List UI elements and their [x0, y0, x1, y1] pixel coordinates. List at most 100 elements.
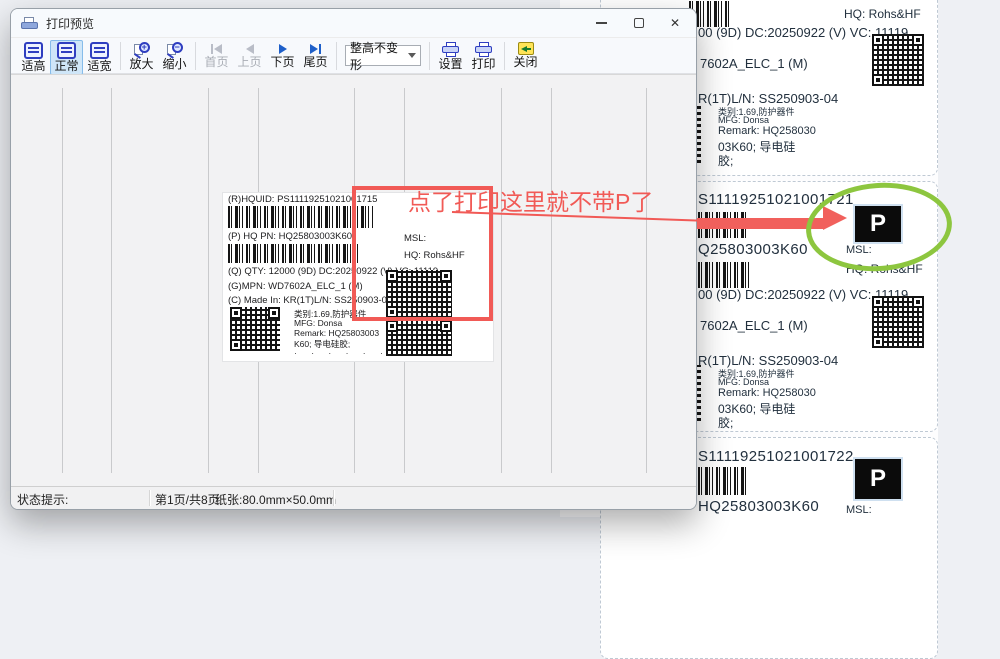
first-page-label: 首页 [204, 56, 228, 69]
last-page-label: 尾页 [303, 56, 327, 69]
print-button[interactable]: 打印 [467, 40, 500, 75]
prev-page-button[interactable]: 上页 [233, 40, 266, 75]
bg2-remark1: Remark: HQ258030 [718, 387, 816, 399]
fit-width-button[interactable]: 适宽 [83, 40, 116, 75]
label-pn: (P) HQ PN: HQ25803003K60 [228, 231, 352, 242]
bg2-uid: S11119251021001721 [698, 191, 854, 208]
bg1-hq: HQ: Rohs&HF [844, 7, 921, 21]
zoom-out-icon [166, 42, 184, 57]
printer-settings-icon [442, 42, 460, 57]
printer-icon [475, 42, 493, 57]
bg3-uid: S11119251021001722 [698, 448, 854, 465]
zoom-in-icon [133, 42, 151, 57]
first-page-button[interactable]: 首页 [200, 40, 233, 75]
bg1-remark3: 胶; [718, 152, 733, 169]
zoom-out-label: 缩小 [162, 58, 186, 71]
qr-code [872, 296, 924, 348]
label-grid-line [551, 88, 552, 473]
first-page-icon [211, 42, 222, 55]
bg3-pn: HQ25803003K60 [698, 498, 819, 515]
barcode [698, 262, 750, 288]
bg1-ln-line: R(1T)L/N: SS250903-04 [698, 91, 838, 106]
label-grid-line [111, 88, 112, 473]
print-settings-label: 设置 [438, 58, 462, 71]
print-preview-window: 打印预览 ✕ 适高 正常 适宽 放大 缩小 首页 [10, 8, 697, 510]
print-settings-button[interactable]: 设置 [434, 40, 467, 75]
barcode [228, 206, 373, 228]
close-preview-button[interactable]: 关闭 [509, 40, 542, 75]
label-hquid: (R)HQUID: PS11119251021001715 [228, 194, 377, 205]
last-page-button[interactable]: 尾页 [299, 40, 332, 75]
bg2-pn: Q25803003K60 [698, 241, 808, 258]
label-msl: MSL: [404, 233, 426, 244]
bg2-msl: MSL: [846, 244, 872, 256]
preview-page-label: (R)HQUID: PS11119251021001715 (P) HQ PN:… [223, 193, 493, 361]
next-page-icon [279, 42, 287, 55]
zoom-in-label: 放大 [129, 58, 153, 71]
bg2-ln-line: R(1T)L/N: SS250903-04 [698, 353, 838, 368]
title-bar[interactable]: 打印预览 ✕ [11, 9, 696, 37]
maximize-button[interactable] [626, 12, 652, 34]
fit-height-icon [24, 42, 43, 59]
bg2-mpn-line: 7602A_ELC_1 (M) [700, 318, 808, 333]
label-mpn: (G)MPN: WD7602A_ELC_1 (M) [228, 281, 363, 292]
fit-width-label: 适宽 [87, 60, 111, 73]
close-preview-label: 关闭 [513, 56, 537, 69]
chevron-down-icon [408, 53, 416, 58]
fit-height-label: 适高 [21, 60, 45, 73]
prev-page-icon [246, 42, 254, 55]
status-hint: 状态提示: [17, 491, 68, 508]
printer-icon [21, 17, 38, 30]
bg2-remark3: 胶; [718, 414, 733, 431]
maximize-icon [634, 18, 644, 28]
prev-page-label: 上页 [237, 56, 261, 69]
label-mfg: MFG: Donsa [294, 318, 342, 328]
label-grid-line [501, 88, 502, 473]
label-grid-line [62, 88, 63, 473]
p-logo: P [853, 204, 903, 244]
minimize-icon [596, 22, 607, 24]
normal-view-button[interactable]: 正常 [50, 40, 83, 75]
bg1-remark1: Remark: HQ258030 [718, 125, 816, 137]
qr-code [230, 307, 280, 351]
zoom-in-button[interactable]: 放大 [125, 40, 158, 75]
bg3-msl: MSL: [846, 504, 872, 516]
last-page-icon [310, 42, 321, 55]
label-made-in: (C) Made In: KR(1T)L/N: SS250903-04 [228, 295, 392, 306]
toolbar-separator [195, 42, 196, 70]
next-page-button[interactable]: 下页 [266, 40, 299, 75]
bg1-mpn-line: 7602A_ELC_1 (M) [700, 56, 808, 71]
fit-width-icon [90, 42, 109, 59]
status-page-info: 第1页/共8页 [155, 491, 220, 508]
status-separator [149, 490, 150, 506]
close-window-button[interactable]: ✕ [662, 12, 688, 34]
status-separator [333, 490, 334, 506]
next-page-label: 下页 [270, 56, 294, 69]
minimize-button[interactable] [588, 12, 614, 34]
bg1-mfg: MFG: Donsa [718, 115, 769, 125]
zoom-out-button[interactable]: 缩小 [158, 40, 191, 75]
scale-mode-select[interactable]: 整高不变形 [345, 45, 421, 66]
toolbar-separator [504, 42, 505, 70]
qr-code [386, 320, 452, 356]
label-remark1: Remark: HQ25803003 [294, 328, 379, 338]
qr-code [872, 34, 924, 86]
label-hq: HQ: Rohs&HF [404, 250, 465, 261]
qr-code [386, 270, 452, 318]
preview-area[interactable]: (R)HQUID: PS11119251021001715 (P) HQ PN:… [11, 74, 696, 487]
toolbar-separator [120, 42, 121, 70]
p-logo: P [853, 457, 903, 501]
status-bar: 状态提示: 第1页/共8页 纸张:80.0mm×50.0mm [11, 486, 696, 509]
normal-view-icon [57, 42, 76, 59]
normal-view-label: 正常 [54, 60, 78, 73]
window-title: 打印预览 [46, 15, 94, 32]
fit-height-button[interactable]: 适高 [17, 40, 50, 75]
barcode [698, 467, 746, 495]
label-grid-line [208, 88, 209, 473]
barcode [698, 212, 746, 238]
exit-icon [518, 42, 534, 55]
barcode [228, 244, 358, 263]
bg2-mfg: MFG: Donsa [718, 377, 769, 387]
toolbar-separator [336, 42, 337, 70]
bg2-hq: HQ: Rohs&HF [846, 262, 923, 276]
